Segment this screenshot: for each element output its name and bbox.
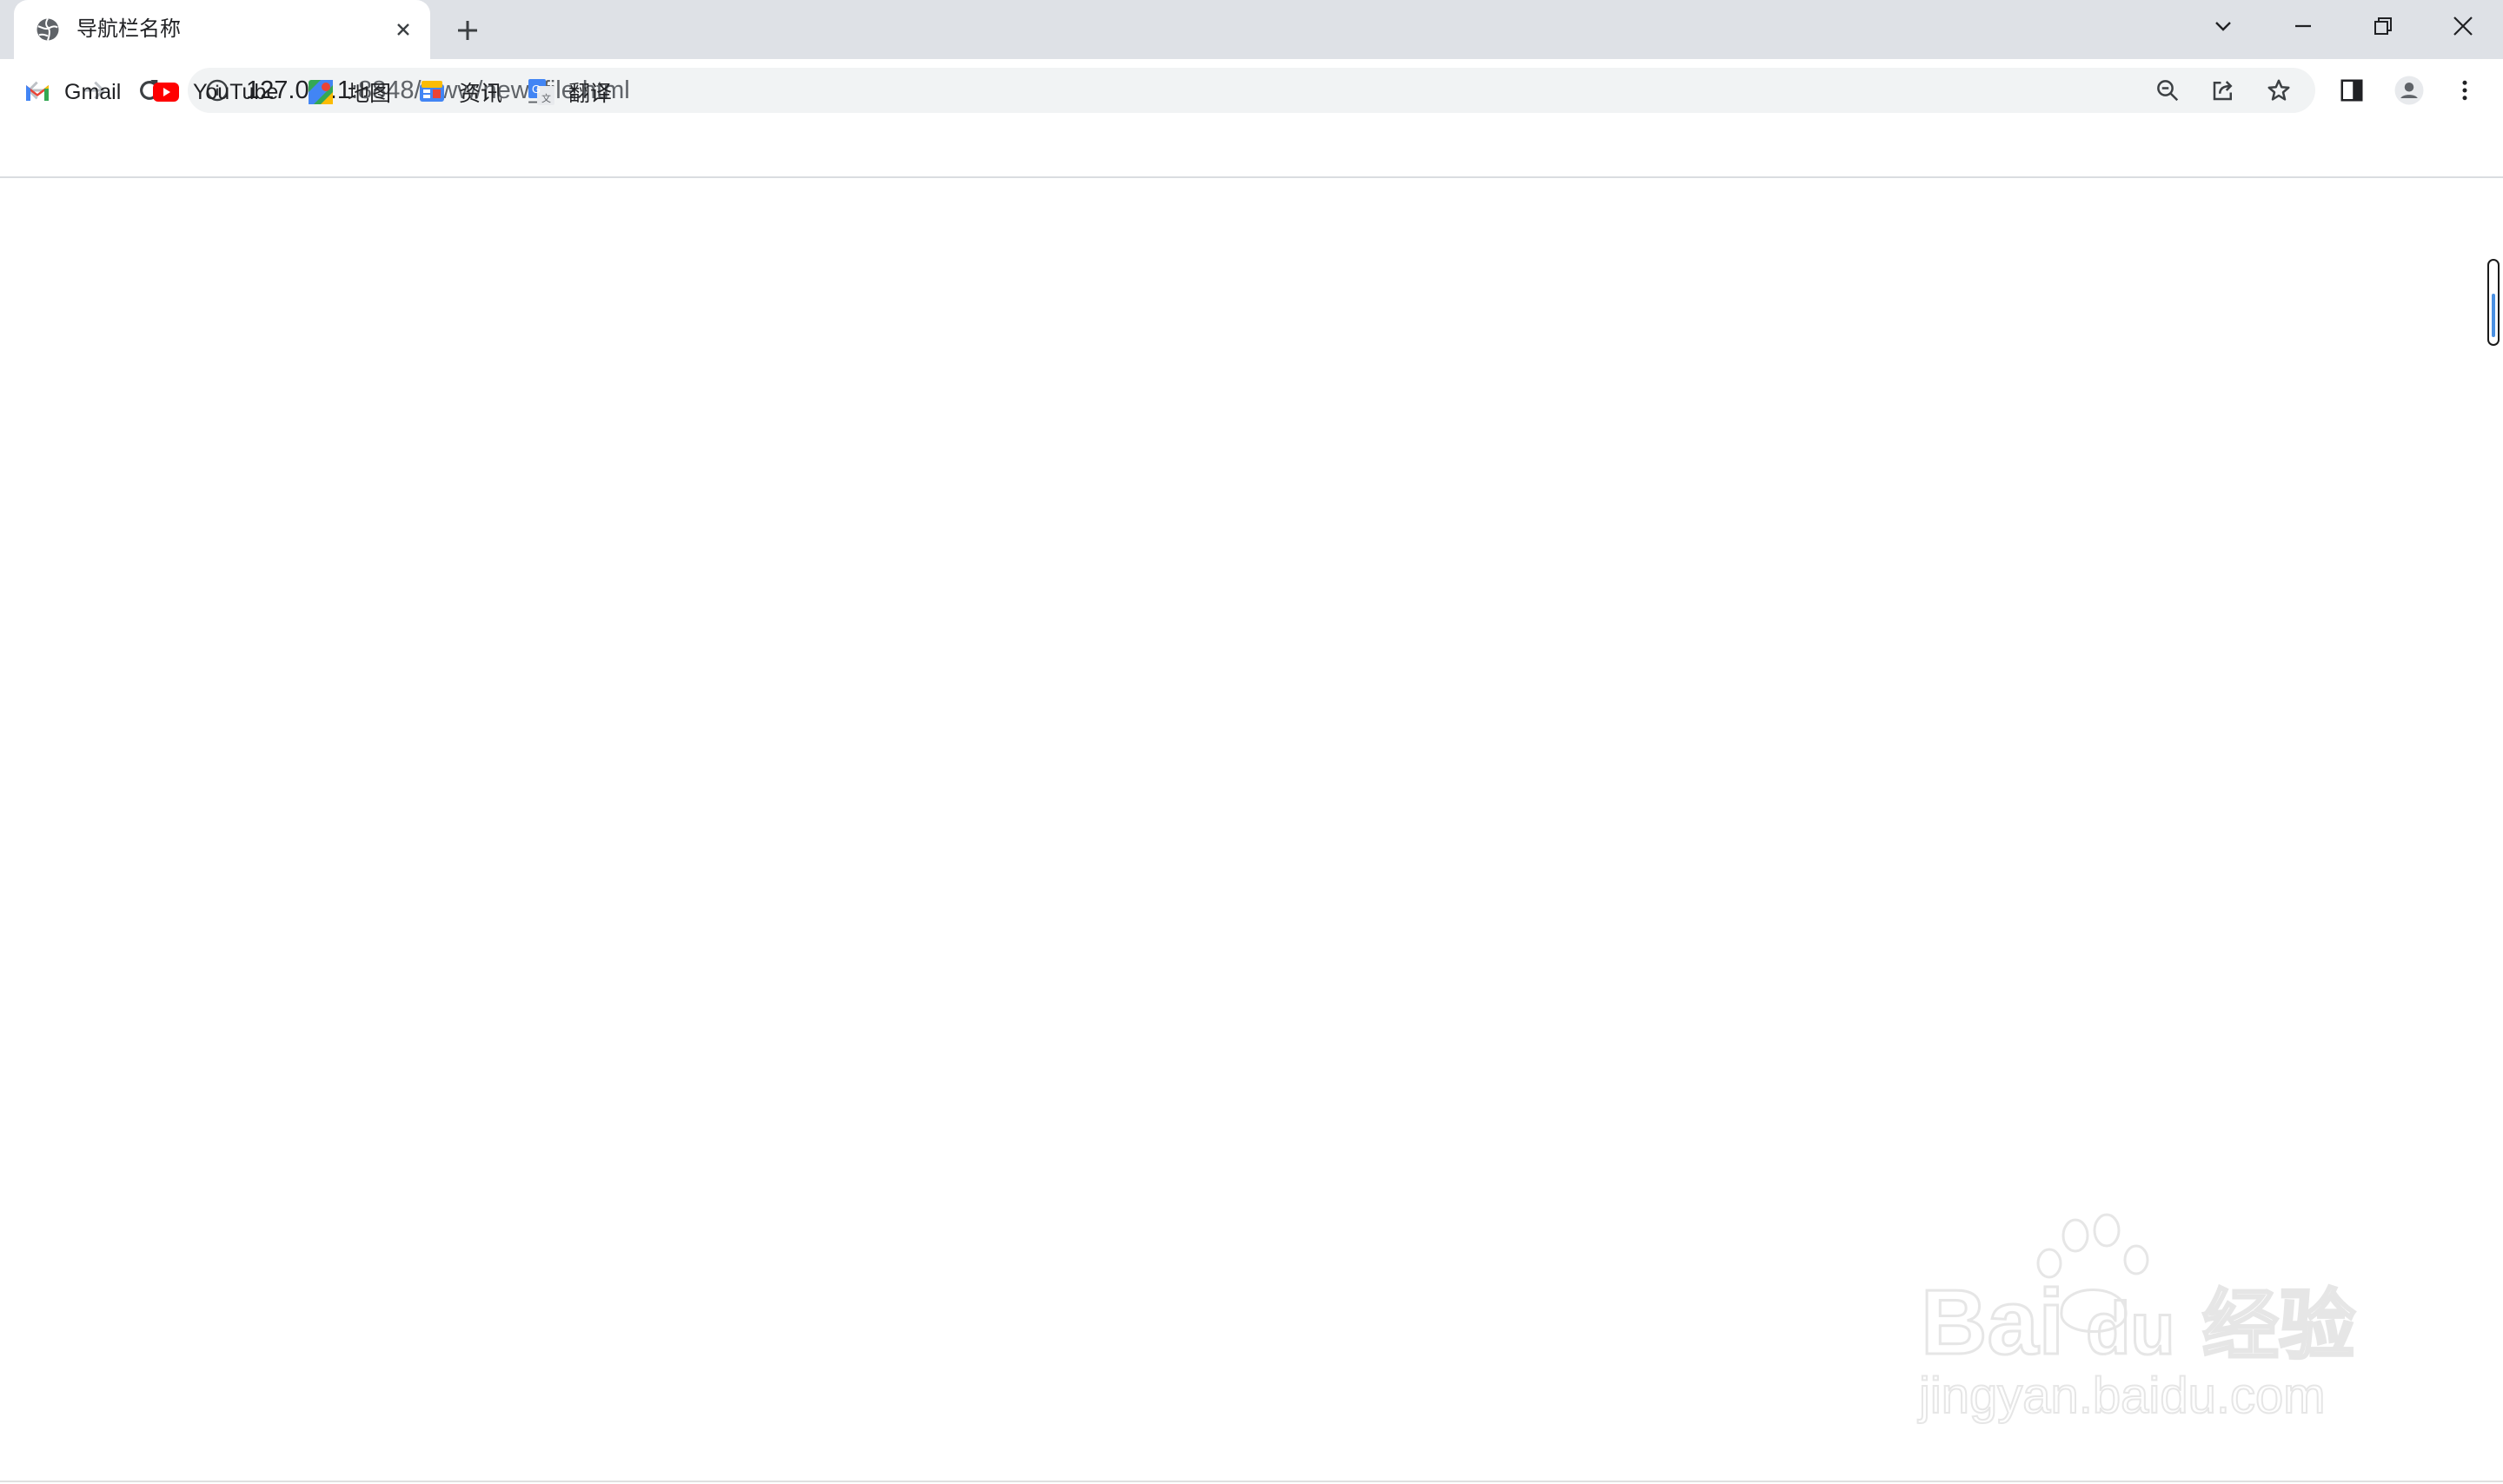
bookmark-label: YouTube: [193, 79, 279, 104]
star-icon[interactable]: [2265, 76, 2293, 104]
scrollbar[interactable]: [2487, 259, 2500, 346]
restore-icon[interactable]: [2343, 0, 2423, 52]
tab-strip: 导航栏名称: [0, 0, 2503, 59]
address-bar[interactable]: 127.0.0.1:8848/www/new_file.html: [188, 68, 2315, 113]
new-tab-button[interactable]: [452, 15, 483, 46]
bookmark-label: 翻译: [568, 82, 613, 106]
tab-title: 导航栏名称: [76, 17, 181, 41]
watermark-brand2: du: [2086, 1288, 2175, 1369]
watermark-cn: 经验: [2202, 1281, 2355, 1370]
tab-search-icon[interactable]: [2183, 0, 2263, 52]
bookmark-label: 地图: [348, 82, 392, 106]
share-icon[interactable]: [2209, 76, 2237, 104]
minimize-icon[interactable]: [2263, 0, 2343, 52]
translate-icon: G文: [528, 79, 554, 105]
bookmark-label: Gmail: [64, 79, 122, 104]
watermark-brand: Bai: [1921, 1271, 2064, 1374]
news-icon: [419, 79, 445, 105]
menu-icon[interactable]: [2447, 73, 2482, 108]
svg-text:文: 文: [541, 92, 551, 104]
gmail-icon: [24, 79, 50, 105]
side-panel-icon[interactable]: [2334, 73, 2369, 108]
bookmark-gmail[interactable]: Gmail: [24, 71, 121, 113]
baidu-paw-logo: Bai du 经验 jingyan.baidu.com: [1916, 1213, 2357, 1425]
profile-icon[interactable]: [2392, 73, 2427, 108]
maps-icon: [308, 79, 334, 105]
watermark-domain: jingyan.baidu.com: [1917, 1368, 2326, 1424]
bookmark-youtube[interactable]: YouTube: [153, 71, 278, 113]
youtube-icon: [153, 79, 179, 105]
bookmark-translate[interactable]: G文 翻译: [528, 71, 612, 113]
close-icon[interactable]: [2423, 0, 2503, 52]
bookmark-label: 资讯: [459, 82, 503, 106]
globe-icon: [35, 17, 61, 43]
tab-close-icon[interactable]: [389, 16, 417, 43]
zoom-icon[interactable]: [2154, 76, 2181, 104]
bottom-edge: [0, 1481, 2503, 1482]
bookmark-maps[interactable]: 地图: [308, 71, 391, 113]
bookmark-news[interactable]: 资讯: [419, 71, 502, 113]
svg-text:G: G: [532, 83, 541, 96]
baidu-jingyan-watermark: Bai du 经验 jingyan.baidu.com: [1912, 1208, 2381, 1434]
active-tab[interactable]: 导航栏名称: [14, 0, 430, 59]
